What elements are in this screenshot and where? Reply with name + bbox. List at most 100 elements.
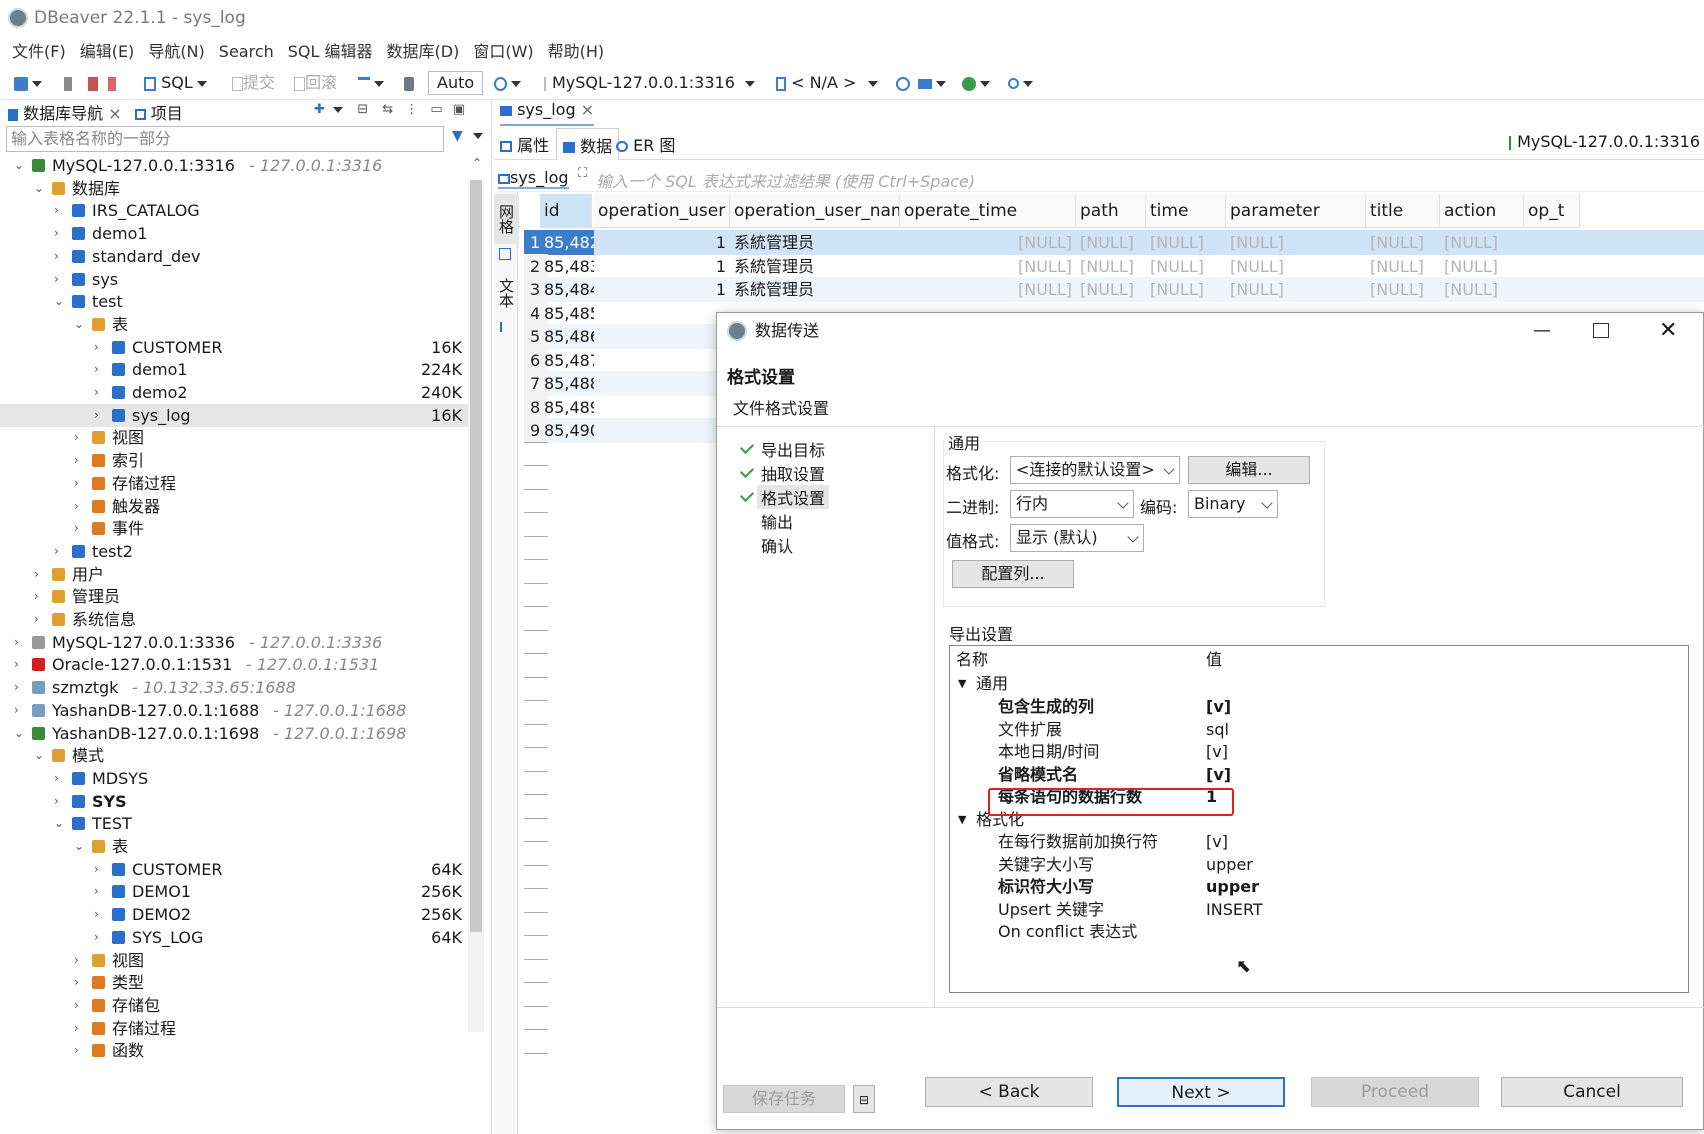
cell-id[interactable]: 85,487: [540, 348, 594, 373]
column-header-operation-user-name[interactable]: operation_user_name: [730, 194, 900, 228]
tab-er-diagram[interactable]: ER 图: [616, 132, 675, 156]
chevron-right-icon[interactable]: ›: [94, 381, 99, 404]
property-row[interactable]: 在每行数据前加换行符 [v]: [950, 830, 1690, 854]
history-icon[interactable]: [494, 72, 521, 94]
chevron-right-icon[interactable]: ›: [74, 472, 79, 495]
tree-node[interactable]: › 触发器: [0, 495, 470, 518]
transaction-mode-icon[interactable]: [358, 72, 384, 94]
binary-select[interactable]: 行内: [1010, 490, 1134, 518]
encoding-select[interactable]: Binary: [1188, 490, 1278, 518]
property-value[interactable]: sql: [1206, 718, 1229, 742]
step-output[interactable]: 输出: [761, 509, 793, 533]
chevron-right-icon[interactable]: ›: [54, 199, 59, 222]
chevron-right-icon[interactable]: ›: [54, 790, 59, 813]
menu-item[interactable]: 窗口(W): [473, 36, 533, 68]
sql-editor-button[interactable]: SQL: [144, 72, 207, 94]
property-value[interactable]: INSERT: [1206, 898, 1263, 922]
tree-node[interactable]: ⌄ test: [0, 290, 470, 313]
chevron-right-icon[interactable]: ›: [14, 653, 19, 676]
null-cell[interactable]: [NULL]: [1076, 277, 1146, 302]
menu-icon[interactable]: ⋮: [405, 102, 418, 117]
column-header-action[interactable]: action: [1440, 194, 1524, 228]
back-button[interactable]: < Back: [925, 1077, 1093, 1107]
scrollbar-thumb[interactable]: [470, 180, 482, 932]
navigator-scrollbar[interactable]: [468, 180, 484, 1032]
tree-node[interactable]: ⌄ YashanDB-127.0.0.1:1698 - 127.0.0.1:1698: [0, 722, 470, 745]
chevron-right-icon[interactable]: ›: [74, 1039, 79, 1062]
property-value[interactable]: upper: [1206, 853, 1253, 877]
cell-id[interactable]: 85,490: [540, 418, 594, 443]
property-row[interactable]: 标识符大小写 upper: [950, 875, 1690, 899]
chevron-right-icon[interactable]: ›: [14, 676, 19, 699]
property-row[interactable]: 文件扩展 sql: [950, 718, 1690, 742]
cell-id[interactable]: 85,483: [540, 254, 594, 279]
tree-node[interactable]: › 类型: [0, 971, 470, 994]
expand-icon[interactable]: ⛶: [578, 166, 587, 181]
chevron-right-icon[interactable]: ›: [74, 1017, 79, 1040]
minimize-icon[interactable]: ▭: [430, 102, 442, 117]
chevron-right-icon[interactable]: ›: [54, 245, 59, 268]
commit-button[interactable]: 提交: [232, 72, 275, 94]
connection-indicator[interactable]: MySQL-127.0.0.1:3316: [1509, 132, 1700, 151]
connect-icon[interactable]: [64, 72, 72, 94]
chevron-down-icon[interactable]: ⌄: [54, 812, 64, 835]
tree-node[interactable]: › DEMO2 256K: [0, 903, 470, 926]
tree-node[interactable]: › demo1: [0, 222, 470, 245]
table-row[interactable]: 285,4831系統管理员[NULL][NULL][NULL][NULL][NU…: [524, 253, 1704, 279]
minimize-icon[interactable]: —: [1533, 313, 1551, 349]
transfer-icon[interactable]: [918, 72, 946, 94]
cell-id[interactable]: 85,488: [540, 371, 594, 396]
step-confirm[interactable]: 确认: [761, 533, 793, 557]
null-cell[interactable]: [NULL]: [900, 277, 1076, 302]
chevron-right-icon[interactable]: ›: [74, 495, 79, 518]
new-connection-icon[interactable]: [14, 72, 42, 94]
null-cell[interactable]: [NULL]: [1440, 254, 1524, 279]
chevron-down-icon[interactable]: ⌄: [34, 177, 44, 200]
tree-node[interactable]: › 事件: [0, 517, 470, 540]
property-value[interactable]: [v]: [1206, 830, 1228, 854]
edit-button[interactable]: 编辑...: [1188, 456, 1310, 484]
tree-node[interactable]: › sys: [0, 268, 470, 291]
chevron-right-icon[interactable]: ›: [14, 631, 19, 654]
cell-id[interactable]: 85,482: [540, 230, 594, 255]
tab-projects[interactable]: 项目: [134, 104, 183, 123]
cell-operation-user-name[interactable]: 系統管理员: [730, 230, 900, 255]
null-cell[interactable]: [NULL]: [1146, 254, 1226, 279]
rollback-button[interactable]: 回滚: [294, 72, 337, 94]
chevron-right-icon[interactable]: ›: [94, 336, 99, 359]
cell-id[interactable]: 85,485: [540, 301, 594, 326]
null-cell[interactable]: [NULL]: [1440, 230, 1524, 255]
chevron-right-icon[interactable]: ›: [54, 222, 59, 245]
scroll-up-icon[interactable]: ⌃: [472, 156, 482, 170]
chevron-right-icon[interactable]: ›: [74, 449, 79, 472]
chevron-right-icon[interactable]: ›: [74, 426, 79, 449]
group-general-row[interactable]: ▼ 通用: [950, 672, 1690, 696]
null-cell[interactable]: [NULL]: [900, 230, 1076, 255]
tree-node[interactable]: › test2: [0, 540, 470, 563]
null-cell[interactable]: [NULL]: [1076, 254, 1146, 279]
tree-node[interactable]: ⌄ 数据库: [0, 177, 470, 200]
step-format-settings[interactable]: 格式设置: [739, 485, 830, 509]
table-row[interactable]: 385,4841系統管理员[NULL][NULL][NULL][NULL][NU…: [524, 277, 1704, 302]
tab-properties[interactable]: 属性: [500, 132, 549, 156]
tree-node[interactable]: › 视图: [0, 426, 470, 449]
tab-database-navigator[interactable]: 数据库导航 ×: [8, 104, 122, 123]
tree-node[interactable]: › demo2 240K: [0, 381, 470, 404]
menu-item[interactable]: SQL 编辑器: [288, 36, 373, 68]
chevron-down-icon[interactable]: ⌄: [34, 744, 44, 767]
chevron-right-icon[interactable]: ›: [94, 858, 99, 881]
property-row[interactable]: 省略模式名 [v]: [950, 763, 1690, 787]
maximize-icon[interactable]: [1593, 323, 1609, 338]
tree-node[interactable]: ⌄ TEST: [0, 812, 470, 835]
menu-item[interactable]: 帮助(H): [548, 36, 605, 68]
value-format-select[interactable]: 显示 (默认): [1010, 524, 1144, 552]
cell-id[interactable]: 85,489: [540, 395, 594, 420]
menu-item[interactable]: 导航(N): [148, 36, 204, 68]
chevron-right-icon[interactable]: ›: [94, 926, 99, 949]
tree-node[interactable]: › 索引: [0, 449, 470, 472]
collapse-all-icon[interactable]: ⊟: [357, 102, 368, 117]
chevron-right-icon[interactable]: ›: [54, 767, 59, 790]
tab-sys-log[interactable]: sys_log ×: [500, 100, 595, 126]
chevron-right-icon[interactable]: ›: [74, 994, 79, 1017]
chevron-down-icon[interactable]: ⌄: [14, 722, 24, 745]
